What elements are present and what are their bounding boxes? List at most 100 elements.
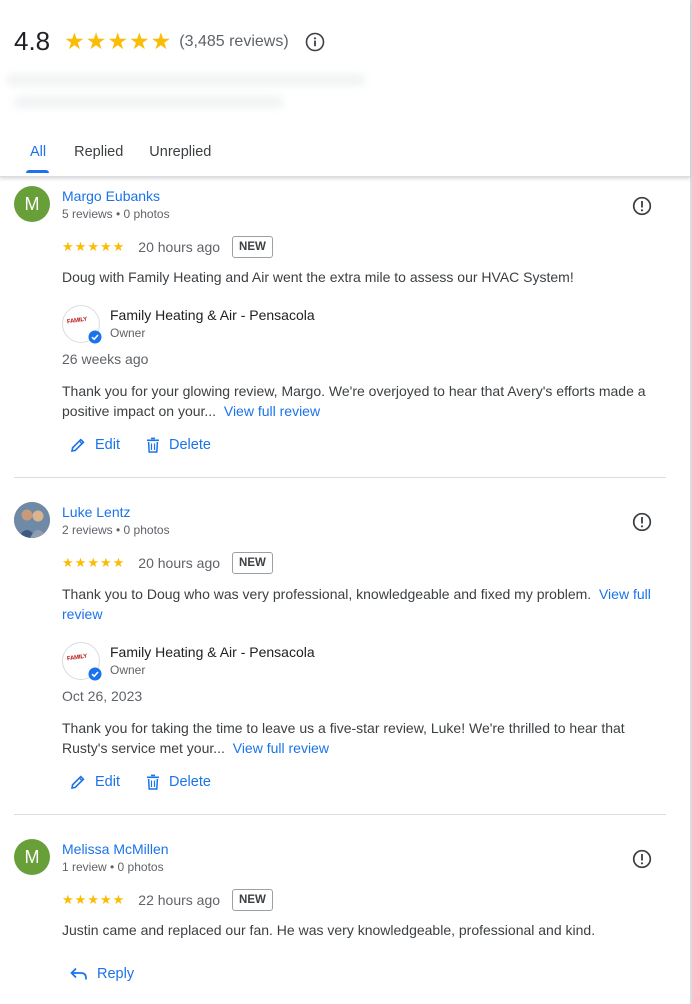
reply-text-block: Thank you for your glowing review, Margo…: [62, 381, 662, 421]
trash-icon: [147, 437, 159, 453]
review-stars: ★ ★ ★ ★ ★: [62, 239, 125, 255]
delete-button[interactable]: Delete: [146, 437, 211, 453]
star-icon: ★: [62, 239, 74, 254]
owner-name: Family Heating & Air - Pensacola: [110, 644, 315, 660]
new-badge: NEW: [232, 889, 273, 911]
star-icon: ★: [62, 555, 74, 570]
star-icon: ★: [129, 28, 150, 54]
report-icon[interactable]: [632, 512, 652, 532]
review-rating-row: ★ ★ ★ ★ ★ 22 hours ago NEW: [62, 889, 273, 911]
reply-button[interactable]: Reply: [70, 966, 134, 982]
avatar[interactable]: [14, 502, 50, 538]
edit-button[interactable]: Edit: [70, 774, 120, 790]
star-icon: ★: [87, 239, 99, 254]
reviews-panel: 4.8 ★ ★ ★ ★ ★ (3,485 reviews) All Replied Un…: [0, 0, 692, 1004]
review-stars: ★ ★ ★ ★ ★: [62, 555, 125, 571]
reply-text: Thank you for your glowing review, Margo…: [62, 383, 646, 419]
review-text-block: Thank you to Doug who was very professio…: [62, 584, 662, 624]
review-rating-row: ★ ★ ★ ★ ★ 20 hours ago NEW: [62, 236, 273, 258]
star-icon: ★: [150, 28, 172, 54]
review-count: (3,485 reviews): [179, 32, 289, 50]
avatar[interactable]: M: [14, 839, 50, 875]
edit-label: Edit: [95, 774, 120, 790]
star-icon: ★: [62, 892, 74, 907]
star-icon: ★: [64, 28, 85, 54]
owner-avatar: FAMILY: [62, 305, 102, 344]
report-icon[interactable]: [632, 849, 652, 869]
star-icon: ★: [87, 892, 99, 907]
blurred-content: [6, 74, 366, 86]
new-badge: NEW: [232, 236, 273, 258]
reply-actions: Edit Delete: [70, 774, 237, 790]
review-rating-row: ★ ★ ★ ★ ★ 20 hours ago NEW: [62, 552, 273, 574]
star-icon: ★: [107, 28, 129, 54]
reviewer-meta: 2 reviews • 0 photos: [62, 523, 170, 537]
owner-logo-text: FAMILY: [66, 653, 88, 663]
reply-text-block: Thank you for taking the time to leave u…: [62, 718, 662, 758]
review-tabs: All Replied Unreplied: [0, 140, 224, 173]
star-icon: ★: [112, 239, 125, 254]
reply-date: 26 weeks ago: [62, 351, 149, 367]
star-icon: ★: [99, 555, 112, 570]
delete-label: Delete: [169, 437, 211, 453]
view-full-review-link[interactable]: View full review: [224, 403, 320, 419]
reply-date: Oct 26, 2023: [62, 688, 143, 704]
star-icon: ★: [74, 892, 87, 907]
report-icon[interactable]: [632, 196, 652, 216]
reviewer-name[interactable]: Margo Eubanks: [62, 188, 160, 204]
owner-logo-text: FAMILY: [66, 316, 88, 326]
blurred-content: [14, 96, 284, 108]
reply-text: Thank you for taking the time to leave u…: [62, 720, 625, 756]
star-icon: ★: [99, 239, 112, 254]
edit-button[interactable]: Edit: [70, 437, 120, 453]
reviewer-meta: 1 review • 0 photos: [62, 860, 164, 874]
rating-stars: ★ ★ ★ ★ ★: [64, 30, 172, 53]
owner-name: Family Heating & Air - Pensacola: [110, 307, 315, 323]
pencil-icon: [70, 438, 85, 453]
review-time: 20 hours ago: [138, 555, 221, 571]
reply-label: Reply: [97, 966, 135, 982]
reviewer-name[interactable]: Melissa McMillen: [62, 841, 169, 857]
pencil-icon: [70, 775, 85, 790]
star-icon: ★: [87, 555, 99, 570]
profile-photo-icon: [14, 502, 50, 538]
new-badge: NEW: [232, 552, 273, 574]
divider: [14, 814, 666, 815]
owner-role: Owner: [110, 663, 146, 677]
reply-arrow-icon: [70, 967, 87, 980]
reviewer-name[interactable]: Luke Lentz: [62, 504, 131, 520]
owner-avatar: FAMILY: [62, 642, 102, 681]
star-icon: ★: [74, 555, 87, 570]
view-full-review-link[interactable]: View full review: [233, 740, 329, 756]
rating-summary: 4.8 ★ ★ ★ ★ ★ (3,485 reviews): [14, 26, 325, 57]
delete-label: Delete: [169, 774, 211, 790]
verified-icon: [88, 667, 102, 681]
star-icon: ★: [112, 555, 125, 570]
tab-unreplied[interactable]: Unreplied: [136, 140, 224, 171]
tab-replied[interactable]: Replied: [61, 140, 136, 171]
average-rating: 4.8: [14, 26, 51, 56]
star-icon: ★: [99, 892, 112, 907]
star-icon: ★: [85, 28, 107, 54]
reviewer-meta: 5 reviews • 0 photos: [62, 207, 170, 221]
review-text: Justin came and replaced our fan. He was…: [62, 922, 596, 938]
review-stars: ★ ★ ★ ★ ★: [62, 892, 125, 908]
review-time: 20 hours ago: [138, 239, 221, 255]
owner-role: Owner: [110, 326, 146, 340]
reply-actions: Edit Delete: [70, 437, 237, 453]
avatar[interactable]: M: [14, 186, 50, 222]
info-icon[interactable]: [305, 32, 325, 52]
reviews-header: 4.8 ★ ★ ★ ★ ★ (3,485 reviews) All Replied Un…: [0, 0, 690, 177]
divider: [14, 477, 666, 478]
review-text: Thank you to Doug who was very professio…: [62, 586, 592, 602]
star-icon: ★: [74, 239, 87, 254]
trash-icon: [147, 774, 159, 790]
review-text: Doug with Family Heating and Air went th…: [62, 269, 574, 285]
tab-all[interactable]: All: [0, 140, 61, 173]
verified-icon: [88, 330, 102, 344]
review-time: 22 hours ago: [138, 892, 221, 908]
edit-label: Edit: [95, 437, 120, 453]
delete-button[interactable]: Delete: [146, 774, 211, 790]
review-actions: Reply: [70, 966, 160, 982]
star-icon: ★: [112, 892, 125, 907]
